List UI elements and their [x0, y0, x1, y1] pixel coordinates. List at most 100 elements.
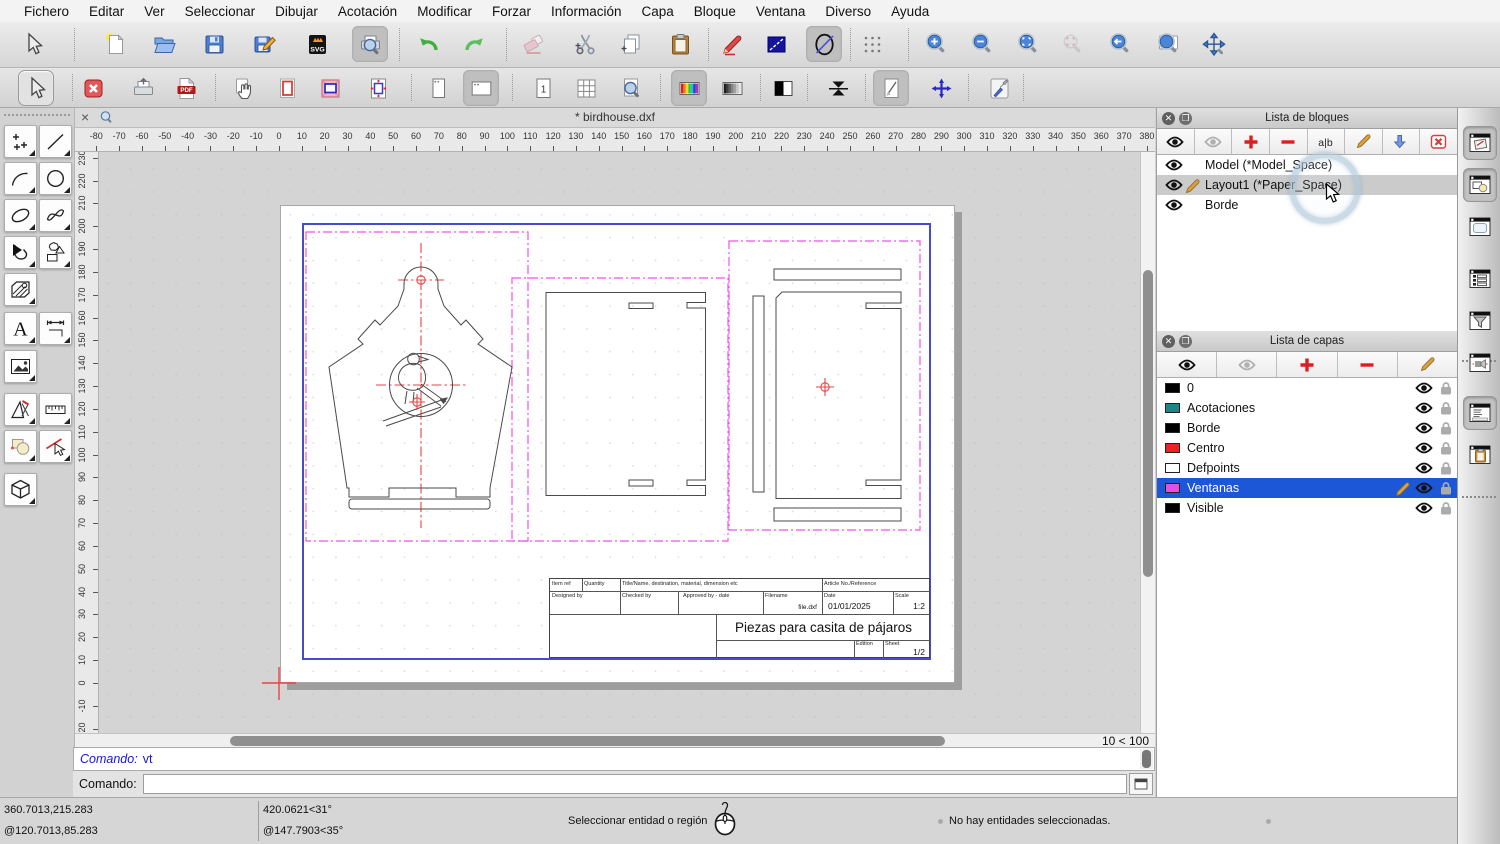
hide-all-layers-button[interactable]: [1217, 352, 1278, 377]
block-row[interactable]: Layout1 (*Paper_Space): [1157, 175, 1457, 195]
layer-visibility-eye-icon[interactable]: [1415, 401, 1433, 415]
measure-tools-button[interactable]: [39, 393, 72, 426]
color-mode-button[interactable]: [671, 70, 707, 106]
zoom-in-button[interactable]: [918, 26, 954, 62]
block-visibility-eye-icon[interactable]: [1165, 158, 1183, 172]
layer-lock-icon[interactable]: [1440, 421, 1452, 435]
canvas-horizontal-scrollbar[interactable]: 10 < 100: [75, 733, 1155, 748]
add-block-button[interactable]: [1232, 129, 1270, 154]
add-layer-button[interactable]: [1277, 352, 1338, 377]
horizontal-scrollbar-thumb[interactable]: [230, 736, 945, 746]
layer-row[interactable]: Defpoints: [1157, 458, 1457, 478]
close-preview-button[interactable]: [75, 70, 111, 106]
library-browser-panel-button[interactable]: [1463, 210, 1497, 244]
drawing-canvas[interactable]: Item ref Quantity Title/Name, destinatio…: [99, 152, 1140, 733]
settings-button[interactable]: [981, 70, 1017, 106]
arc-tools-button[interactable]: [4, 162, 37, 195]
detach-command-line-button[interactable]: [1129, 773, 1153, 795]
show-all-layers-button[interactable]: [1157, 352, 1218, 377]
menu-forzar[interactable]: Forzar: [482, 4, 541, 19]
layer-visibility-eye-icon[interactable]: [1415, 461, 1433, 475]
command-history-scrollbar-thumb[interactable]: [1142, 750, 1151, 768]
block-row[interactable]: Model (*Model_Space): [1157, 155, 1457, 175]
selection-pointer-button[interactable]: [18, 70, 54, 106]
command-input[interactable]: [142, 774, 1127, 794]
menu-bloque[interactable]: Bloque: [684, 4, 746, 19]
layer-lock-icon[interactable]: [1440, 401, 1452, 415]
zoom-window-button[interactable]: [1150, 26, 1186, 62]
undo-button[interactable]: [410, 26, 446, 62]
close-panel-icon[interactable]: ✕: [1162, 334, 1175, 348]
fit-to-page-button[interactable]: [360, 70, 396, 106]
select-tools-button[interactable]: [39, 430, 72, 463]
rename-block-button[interactable]: a|b: [1308, 129, 1346, 154]
dimension-tools-button[interactable]: [39, 312, 72, 345]
menu-capa[interactable]: Capa: [632, 4, 684, 19]
layer-row[interactable]: Borde: [1157, 418, 1457, 438]
zoom-out-button[interactable]: [964, 26, 1000, 62]
copy-button[interactable]: [613, 26, 649, 62]
layer-visibility-eye-icon[interactable]: [1415, 421, 1433, 435]
paper-borders-button[interactable]: [269, 70, 305, 106]
redo-button[interactable]: [456, 26, 492, 62]
text-tools-button[interactable]: A: [4, 312, 37, 345]
hatch-tools-button[interactable]: [4, 273, 37, 306]
menu-ver[interactable]: Ver: [134, 4, 174, 19]
edit-block-button[interactable]: [1345, 129, 1383, 154]
landscape-button[interactable]: [463, 70, 499, 106]
center-page-button[interactable]: [820, 70, 856, 106]
print-button[interactable]: [125, 70, 161, 106]
menu-acotacin[interactable]: Acotación: [328, 4, 407, 19]
detach-panel-icon[interactable]: ❐: [1179, 111, 1192, 125]
command-line-panel-button[interactable]: [1463, 396, 1497, 430]
auto-zoom-button[interactable]: [1010, 26, 1046, 62]
block-visibility-eye-icon[interactable]: [1165, 178, 1183, 192]
property-editor-panel-button[interactable]: [1463, 262, 1497, 296]
save-as-button[interactable]: [246, 26, 282, 62]
open-document-button[interactable]: [146, 26, 182, 62]
edit-layer-button[interactable]: [1398, 352, 1457, 377]
clipboard-panel-button[interactable]: [1463, 438, 1497, 472]
layer-list-panel-button[interactable]: [1463, 126, 1497, 160]
selection-filter-panel-button[interactable]: [1463, 304, 1497, 338]
layer-lock-icon[interactable]: [1440, 501, 1452, 515]
show-all-blocks-button[interactable]: [1157, 129, 1195, 154]
layer-row[interactable]: 0: [1157, 378, 1457, 398]
image-tools-button[interactable]: [4, 350, 37, 383]
purge-block-button[interactable]: [1420, 129, 1457, 154]
menu-dibujar[interactable]: Dibujar: [265, 4, 328, 19]
selection-tool-button[interactable]: [15, 26, 51, 62]
menu-seleccionar[interactable]: Seleccionar: [175, 4, 266, 19]
line-tools-button[interactable]: [39, 125, 72, 158]
layer-lock-icon[interactable]: [1440, 461, 1452, 475]
new-document-button[interactable]: [97, 26, 133, 62]
point-tools-button[interactable]: [4, 125, 37, 158]
grayscale-mode-button[interactable]: [714, 70, 750, 106]
save-document-button[interactable]: [196, 26, 232, 62]
remove-block-button[interactable]: [1270, 129, 1308, 154]
layer-lock-icon[interactable]: [1440, 481, 1452, 495]
paste-button[interactable]: [662, 26, 698, 62]
export-svg-button[interactable]: SVG: [299, 26, 335, 62]
layer-lock-icon[interactable]: [1440, 441, 1452, 455]
shape-tools-button[interactable]: [39, 236, 72, 269]
bw-mode-button[interactable]: [765, 70, 801, 106]
layer-row[interactable]: Visible: [1157, 498, 1457, 518]
layer-row[interactable]: Ventanas: [1157, 478, 1457, 498]
block-list-panel-button[interactable]: [1463, 168, 1497, 202]
menu-diverso[interactable]: Diverso: [815, 4, 881, 19]
menu-informacin[interactable]: Información: [541, 4, 632, 19]
layer-visibility-eye-icon[interactable]: [1415, 481, 1433, 495]
layer-row[interactable]: Centro: [1157, 438, 1457, 458]
menu-fichero[interactable]: Fichero: [14, 4, 79, 19]
layer-lock-icon[interactable]: [1440, 381, 1452, 395]
canvas-vertical-scrollbar[interactable]: [1140, 152, 1155, 733]
previous-view-button[interactable]: [1102, 26, 1138, 62]
multi-page-button[interactable]: [568, 70, 604, 106]
menu-editar[interactable]: Editar: [79, 4, 134, 19]
layer-visibility-eye-icon[interactable]: [1415, 501, 1433, 515]
solid-tools-button[interactable]: [4, 473, 37, 506]
draft-mode-button[interactable]: [806, 26, 842, 62]
print-preview-button[interactable]: [352, 26, 388, 62]
ellipse-tools-button[interactable]: [4, 199, 37, 232]
